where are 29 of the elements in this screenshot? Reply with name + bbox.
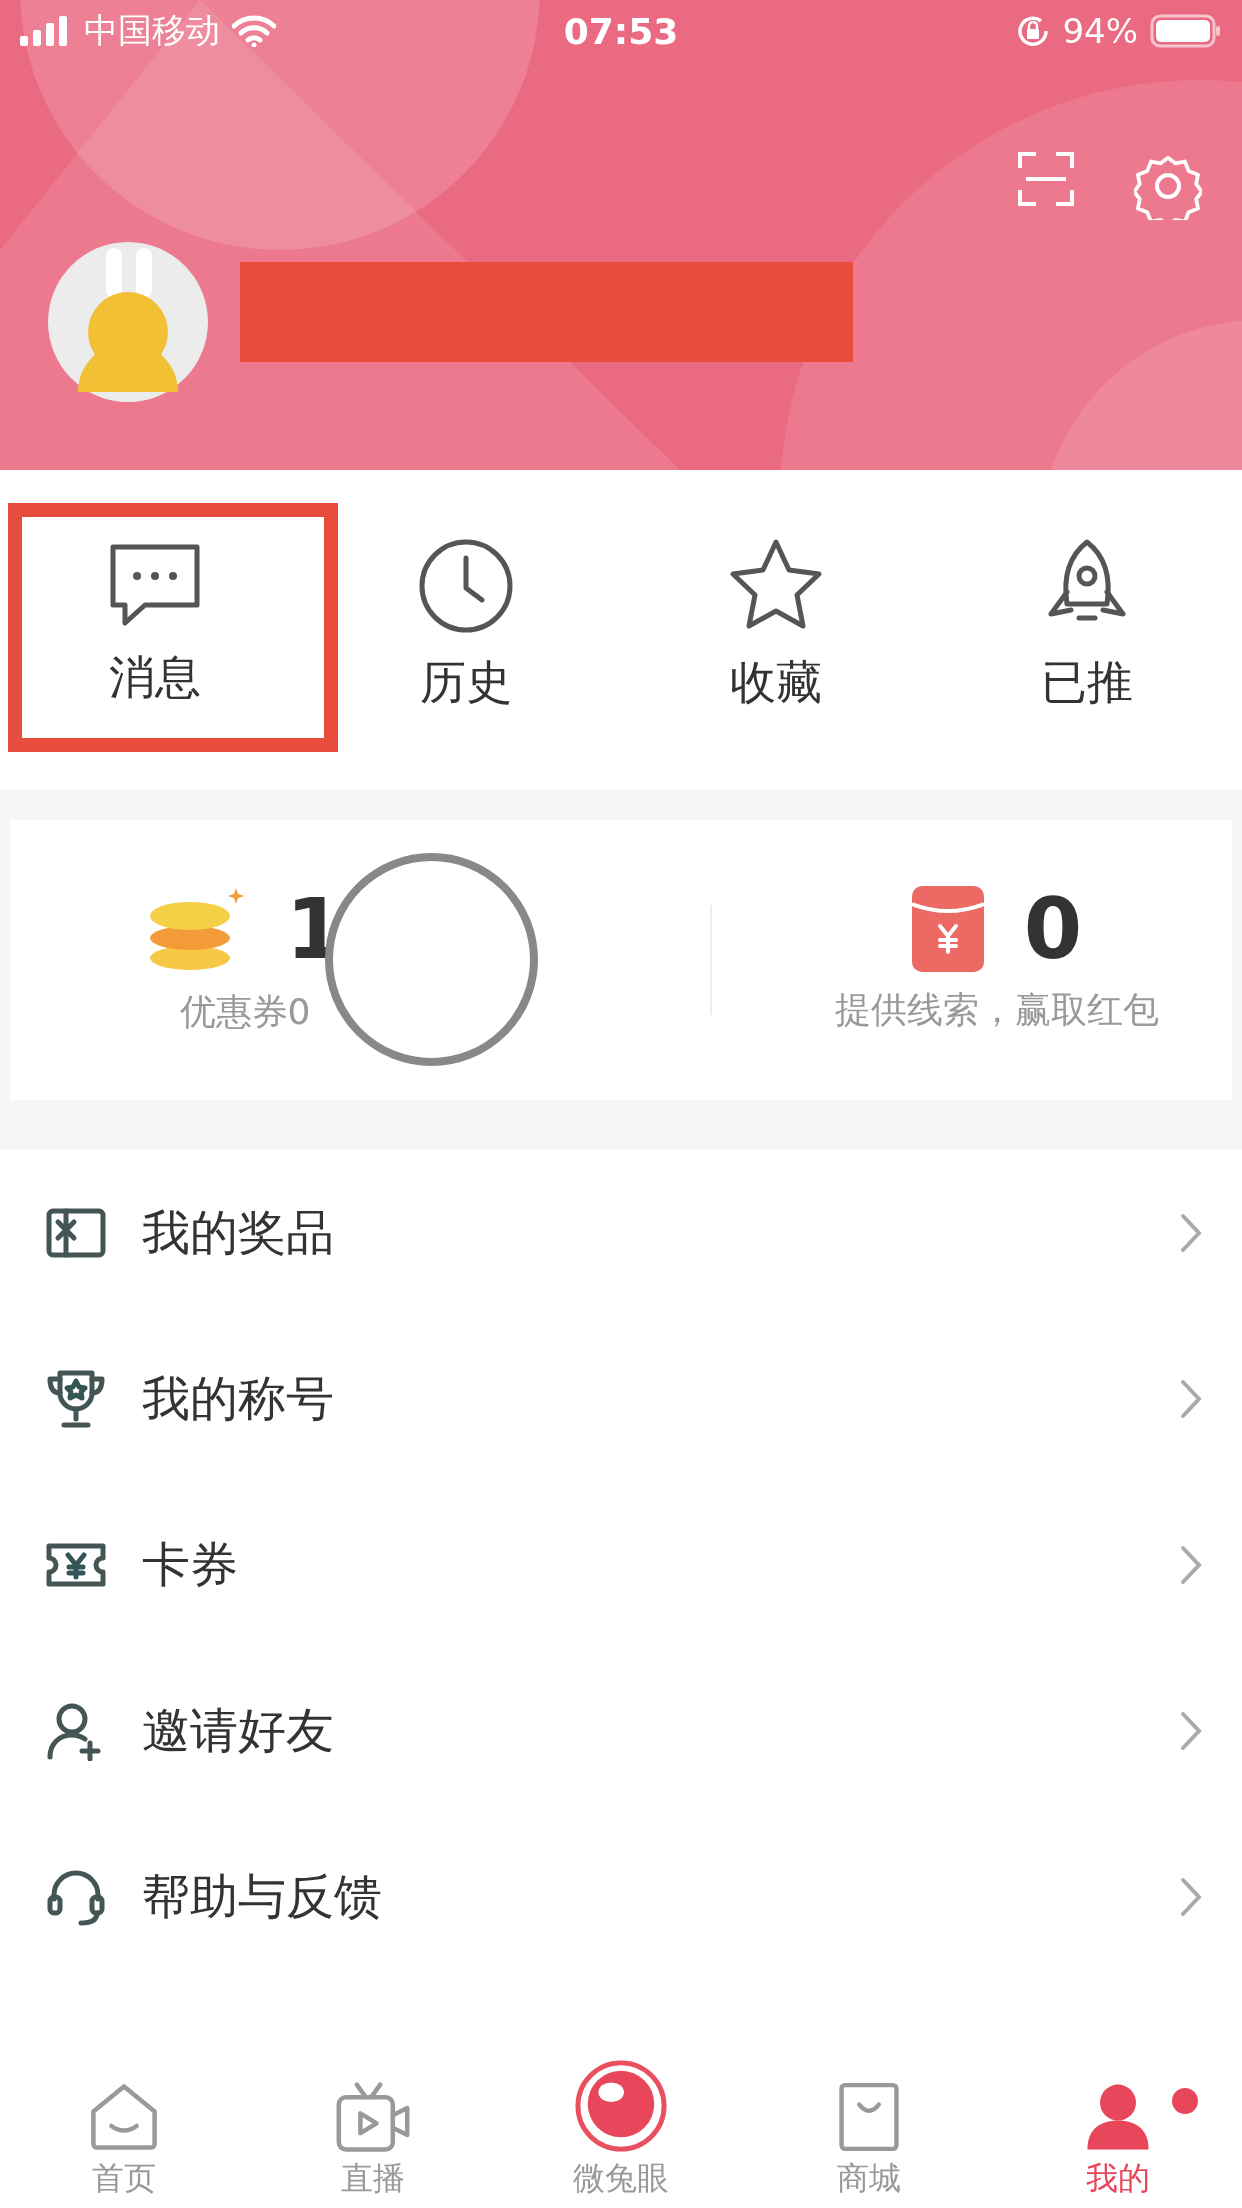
tv-play-icon [334,2081,411,2153]
stat-value: 0 [1023,886,1083,971]
chevron-right-icon [1180,1379,1202,1419]
money-envelope-icon [911,885,984,972]
trophy-icon [46,1369,106,1429]
shopping-bag-icon [838,2081,901,2153]
chevron-right-icon [1180,1711,1202,1751]
menu-item[interactable]: 卡券 [0,1482,1242,1648]
shortcut-label[interactable]: 历史 [419,652,512,714]
menu-item[interactable]: 帮助与反馈 [0,1814,1242,1980]
menu-item[interactable]: 我的奖品 [0,1150,1242,1316]
clock-time: 07:53 [563,10,679,52]
menu-item[interactable]: 我的称号 [0,1316,1242,1482]
chevron-right-icon [1180,1877,1202,1917]
gift-card-icon [46,1208,106,1258]
menu-item[interactable]: 邀请好友 [0,1648,1242,1814]
wifi-icon [232,15,276,47]
chevron-right-icon [1180,1545,1202,1585]
avatar[interactable] [48,242,208,402]
shortcut-label[interactable]: 消息 [109,647,202,709]
rotation-lock-icon [1016,14,1051,48]
battery-icon [1150,14,1222,48]
chevron-right-icon [1180,1213,1202,1253]
battery-percent: 94% [1062,11,1138,51]
shortcut-label[interactable]: 已推 [1040,652,1133,714]
ticket-icon [46,1543,106,1587]
tab[interactable]: 我的 [993,2058,1242,2208]
carrier-name: 中国移动 [84,9,220,52]
shortcut-label[interactable]: 收藏 [730,652,823,714]
